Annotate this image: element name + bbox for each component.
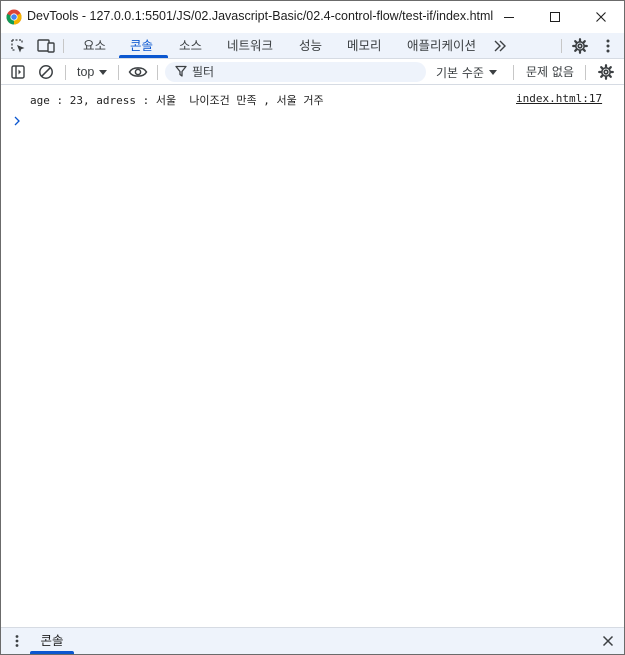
- gear-icon: [572, 38, 588, 54]
- kebab-menu-icon: [606, 39, 610, 53]
- console-output[interactable]: age : 23, adress : 서울 나이조건 만족 , 서울 거주 in…: [1, 86, 624, 627]
- filter-input[interactable]: [192, 64, 420, 80]
- tab-memory[interactable]: 메모리: [347, 33, 382, 58]
- window-title: DevTools - 127.0.0.1:5501/JS/02.Javascri…: [27, 9, 494, 23]
- inspect-cursor-icon: [11, 39, 25, 53]
- tab-performance[interactable]: 성능: [299, 33, 322, 58]
- filter-box: [165, 62, 426, 82]
- log-level-select[interactable]: 기본 수준: [436, 63, 497, 81]
- console-toolbar: top 기본 수준 문제 없음: [1, 59, 624, 85]
- main-tab-bar: 요소 콘솔 소스 네트워크 성능 메모리 애플리케이션: [1, 33, 624, 59]
- title-bar: DevTools - 127.0.0.1:5501/JS/02.Javascri…: [1, 1, 624, 33]
- toolbar-divider: [65, 65, 66, 80]
- drawer-active-indicator: [30, 651, 74, 654]
- caret-down-icon: [488, 69, 497, 75]
- chrome-logo-icon: [6, 9, 22, 25]
- console-settings-button[interactable]: [597, 63, 615, 81]
- minimize-icon: [504, 17, 514, 18]
- context-value: top: [77, 65, 95, 79]
- close-drawer-icon[interactable]: [601, 634, 615, 648]
- devtools-window: DevTools - 127.0.0.1:5501/JS/02.Javascri…: [0, 0, 625, 655]
- log-level-value: 기본 수준: [436, 65, 484, 80]
- toolbar-divider: [63, 39, 64, 53]
- bottom-drawer: 콘솔: [1, 627, 624, 654]
- device-toolbar-button[interactable]: [37, 37, 55, 55]
- chevron-double-right-icon: [494, 40, 506, 52]
- console-message-text: age : 23, adress : 서울 나이조건 만족 , 서울 거주: [30, 94, 324, 107]
- console-prompt-icon[interactable]: [12, 115, 22, 127]
- sidebar-toggle-icon: [11, 65, 25, 79]
- settings-button[interactable]: [571, 37, 589, 55]
- toolbar-divider: [118, 65, 119, 80]
- console-message-row: age : 23, adress : 서울 나이조건 만족 , 서울 거주 in…: [1, 90, 624, 108]
- gear-icon: [598, 64, 614, 80]
- issues-counter[interactable]: 문제 없음: [526, 63, 574, 81]
- drawer-menu-button[interactable]: [11, 634, 23, 648]
- toolbar-divider: [157, 65, 158, 80]
- clear-console-button[interactable]: [37, 63, 55, 81]
- close-window-button[interactable]: [578, 1, 624, 33]
- toolbar-divider: [585, 65, 586, 80]
- active-tab-indicator: [119, 55, 168, 58]
- toolbar-divider: [561, 39, 562, 53]
- clear-circle-icon: [39, 65, 53, 79]
- tab-application[interactable]: 애플리케이션: [407, 33, 476, 58]
- caret-down-icon: [99, 69, 108, 75]
- eye-icon: [128, 67, 148, 77]
- tab-network[interactable]: 네트워크: [227, 33, 273, 58]
- filter-funnel-icon: [175, 65, 187, 77]
- console-source-link[interactable]: index.html:17: [516, 92, 602, 105]
- tab-sources[interactable]: 소스: [179, 33, 202, 58]
- device-mode-icon: [37, 39, 55, 53]
- minimize-button[interactable]: [486, 1, 532, 33]
- more-tabs-button[interactable]: [491, 37, 509, 55]
- maximize-button[interactable]: [532, 1, 578, 33]
- inspect-element-button[interactable]: [9, 37, 27, 55]
- kebab-menu-icon: [15, 635, 19, 647]
- show-sidebar-button[interactable]: [9, 63, 27, 81]
- customize-menu-button[interactable]: [599, 37, 617, 55]
- live-expression-button[interactable]: [128, 63, 148, 81]
- tab-elements[interactable]: 요소: [83, 33, 106, 58]
- javascript-context-select[interactable]: top: [69, 63, 108, 81]
- close-icon: [596, 12, 606, 22]
- toolbar-divider: [513, 65, 514, 80]
- maximize-icon: [550, 12, 560, 22]
